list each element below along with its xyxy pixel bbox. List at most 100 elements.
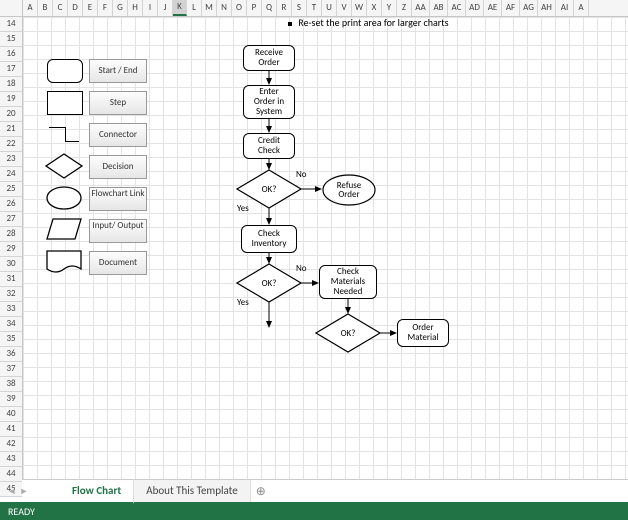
col-header-AG[interactable]: AG [520, 0, 538, 16]
row-header-28[interactable]: 28 [0, 227, 22, 242]
legend-shape-io[interactable] [45, 217, 83, 241]
col-header-AC[interactable]: AC [448, 0, 466, 16]
col-header-X[interactable]: X [367, 0, 382, 16]
add-sheet-icon[interactable]: ⊕ [251, 484, 271, 499]
legend-btn-io[interactable]: Input/ Output [89, 219, 147, 243]
node-enter-order[interactable]: Enter Order in System [243, 85, 295, 119]
bullet-icon [288, 22, 292, 26]
legend-shape-flowchartlink[interactable] [45, 185, 83, 211]
legend-shape-connector[interactable] [47, 123, 81, 145]
row-header-31[interactable]: 31 [0, 272, 22, 287]
row-header-44[interactable]: 44 [0, 467, 22, 482]
row-header-37[interactable]: 37 [0, 362, 22, 377]
row-header-42[interactable]: 42 [0, 437, 22, 452]
row-header-38[interactable]: 38 [0, 377, 22, 392]
row-header-30[interactable]: 30 [0, 257, 22, 272]
row-header-34[interactable]: 34 [0, 317, 22, 332]
col-header-U[interactable]: U [322, 0, 337, 16]
row-header-22[interactable]: 22 [0, 137, 22, 152]
legend-btn-connector[interactable]: Connector [89, 123, 147, 147]
col-header-C[interactable]: C [53, 0, 68, 16]
col-header-F[interactable]: F [98, 0, 113, 16]
row-header-21[interactable]: 21 [0, 122, 22, 137]
col-header-V[interactable]: V [337, 0, 352, 16]
row-header-14[interactable]: 14 [0, 17, 22, 32]
col-header-Z[interactable]: Z [397, 0, 412, 16]
col-header-G[interactable]: G [113, 0, 128, 16]
col-header-R[interactable]: R [277, 0, 292, 16]
row-header-19[interactable]: 19 [0, 92, 22, 107]
col-header-AH[interactable]: AH [538, 0, 556, 16]
legend-btn-startend[interactable]: Start / End [89, 59, 147, 83]
col-header-P[interactable]: P [247, 0, 262, 16]
col-header-AD[interactable]: AD [466, 0, 484, 16]
col-header-N[interactable]: N [217, 0, 232, 16]
tab-prev-icon[interactable]: ◄ [6, 486, 18, 497]
row-header-33[interactable]: 33 [0, 302, 22, 317]
col-header-M[interactable]: M [202, 0, 217, 16]
row-header-18[interactable]: 18 [0, 77, 22, 92]
legend-btn-step[interactable]: Step [89, 91, 147, 115]
node-decision-3[interactable]: OK? [315, 313, 381, 353]
node-order-material[interactable]: Order Material [397, 319, 449, 347]
tab-about-template[interactable]: About This Template [134, 480, 251, 502]
col-header-A[interactable]: A [574, 0, 589, 16]
svg-text:Order: Order [338, 189, 359, 200]
row-header-16[interactable]: 16 [0, 47, 22, 62]
row-header-41[interactable]: 41 [0, 422, 22, 437]
col-header-T[interactable]: T [307, 0, 322, 16]
col-header-B[interactable]: B [38, 0, 53, 16]
node-credit-check[interactable]: Credit Check [243, 133, 295, 159]
col-header-Y[interactable]: Y [382, 0, 397, 16]
row-header-17[interactable]: 17 [0, 62, 22, 77]
col-header-AB[interactable]: AB [430, 0, 448, 16]
row-header-29[interactable]: 29 [0, 242, 22, 257]
row-header-40[interactable]: 40 [0, 407, 22, 422]
row-header-43[interactable]: 43 [0, 452, 22, 467]
node-check-materials[interactable]: Check Materials Needed [319, 265, 377, 299]
row-header-15[interactable]: 15 [0, 32, 22, 47]
col-header-O[interactable]: O [232, 0, 247, 16]
legend-btn-flowchartlink[interactable]: Flowchart Link [89, 187, 147, 211]
node-check-inventory[interactable]: Check Inventory [241, 225, 297, 253]
label-yes-1: Yes [237, 203, 249, 214]
worksheet-grid[interactable]: Re-set the print area for larger charts … [23, 17, 628, 479]
flow-arrows [23, 17, 623, 477]
node-refuse-order[interactable]: Refuse Order [321, 173, 377, 207]
col-header-E[interactable]: E [83, 0, 98, 16]
legend-label-io: Input/ Output [92, 221, 143, 231]
col-header-L[interactable]: L [187, 0, 202, 16]
row-header-20[interactable]: 20 [0, 107, 22, 122]
col-header-AI[interactable]: AI [556, 0, 574, 16]
col-header-S[interactable]: S [292, 0, 307, 16]
col-header-AA[interactable]: AA [412, 0, 430, 16]
node-receive-order[interactable]: Receive Order [243, 45, 295, 71]
col-header-D[interactable]: D [68, 0, 83, 16]
legend-btn-document[interactable]: Document [89, 251, 147, 275]
row-header-35[interactable]: 35 [0, 332, 22, 347]
col-header-K[interactable]: K [173, 0, 187, 16]
row-header-24[interactable]: 24 [0, 167, 22, 182]
row-header-23[interactable]: 23 [0, 152, 22, 167]
legend-shape-document[interactable] [45, 249, 83, 275]
col-header-I[interactable]: I [143, 0, 158, 16]
legend-shape-step[interactable] [47, 91, 83, 115]
col-header-A[interactable]: A [23, 0, 38, 16]
legend-btn-decision[interactable]: Decision [89, 155, 147, 179]
tab-next-icon[interactable]: ► [18, 486, 30, 497]
col-header-W[interactable]: W [352, 0, 367, 16]
row-header-26[interactable]: 26 [0, 197, 22, 212]
col-header-H[interactable]: H [128, 0, 143, 16]
tab-flow-chart[interactable]: Flow Chart [60, 479, 134, 504]
legend-shape-decision[interactable] [45, 153, 83, 179]
col-header-Q[interactable]: Q [262, 0, 277, 16]
row-header-27[interactable]: 27 [0, 212, 22, 227]
col-header-AE[interactable]: AE [484, 0, 502, 16]
row-header-32[interactable]: 32 [0, 287, 22, 302]
row-header-36[interactable]: 36 [0, 347, 22, 362]
col-header-AF[interactable]: AF [502, 0, 520, 16]
row-header-39[interactable]: 39 [0, 392, 22, 407]
row-header-25[interactable]: 25 [0, 182, 22, 197]
col-header-J[interactable]: J [158, 0, 173, 16]
legend-shape-startend[interactable] [47, 59, 83, 83]
